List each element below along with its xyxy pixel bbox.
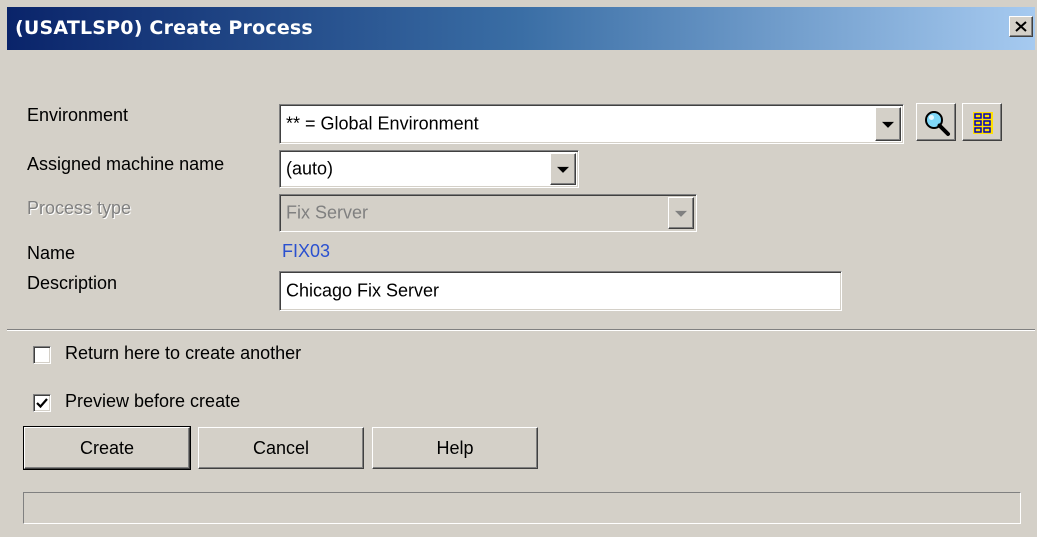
- return-here-label[interactable]: Return here to create another: [65, 343, 301, 364]
- chevron-down-icon: [675, 210, 687, 217]
- description-value: Chicago Fix Server: [286, 280, 440, 301]
- machine-name-select[interactable]: (auto): [279, 150, 579, 188]
- return-here-checkbox[interactable]: [33, 346, 51, 364]
- process-type-label: Process type: [27, 198, 132, 218]
- chevron-down-icon: [557, 166, 569, 173]
- create-button[interactable]: Create: [23, 426, 191, 470]
- preview-label[interactable]: Preview before create: [65, 391, 240, 412]
- window-title: (USATLSP0) Create Process: [15, 17, 313, 39]
- close-icon: [1015, 21, 1027, 32]
- create-process-window: (USATLSP0) Create Process Environment **…: [0, 0, 1037, 537]
- cancel-button[interactable]: Cancel: [198, 427, 364, 469]
- environment-select[interactable]: ** = Global Environment: [279, 104, 904, 144]
- close-button[interactable]: [1009, 16, 1033, 37]
- description-label: Description: [27, 273, 118, 293]
- environment-value: ** = Global Environment: [286, 113, 479, 134]
- process-type-select: Fix Server: [279, 194, 697, 232]
- process-type-dropdown-button: [668, 197, 694, 229]
- help-button[interactable]: Help: [372, 427, 538, 469]
- tree-view-button[interactable]: [962, 103, 1002, 141]
- machine-name-value: (auto): [286, 158, 334, 179]
- name-value: FIX03: [282, 241, 331, 261]
- search-icon: [925, 111, 950, 136]
- checkmark-icon: [36, 398, 48, 409]
- process-type-value: Fix Server: [286, 202, 369, 223]
- machine-name-label: Assigned machine name: [27, 154, 225, 174]
- status-bar: [23, 492, 1021, 524]
- environment-dropdown-button[interactable]: [875, 107, 901, 141]
- separator: [7, 329, 1035, 331]
- search-button[interactable]: [916, 103, 956, 141]
- description-input[interactable]: Chicago Fix Server: [279, 271, 842, 311]
- preview-checkbox[interactable]: [33, 394, 51, 412]
- machine-dropdown-button[interactable]: [550, 153, 576, 185]
- title-bar[interactable]: (USATLSP0) Create Process: [7, 7, 1035, 50]
- tree-view-icon: [973, 112, 993, 134]
- environment-label: Environment: [27, 105, 129, 125]
- chevron-down-icon: [882, 121, 894, 128]
- name-label: Name: [27, 243, 76, 263]
